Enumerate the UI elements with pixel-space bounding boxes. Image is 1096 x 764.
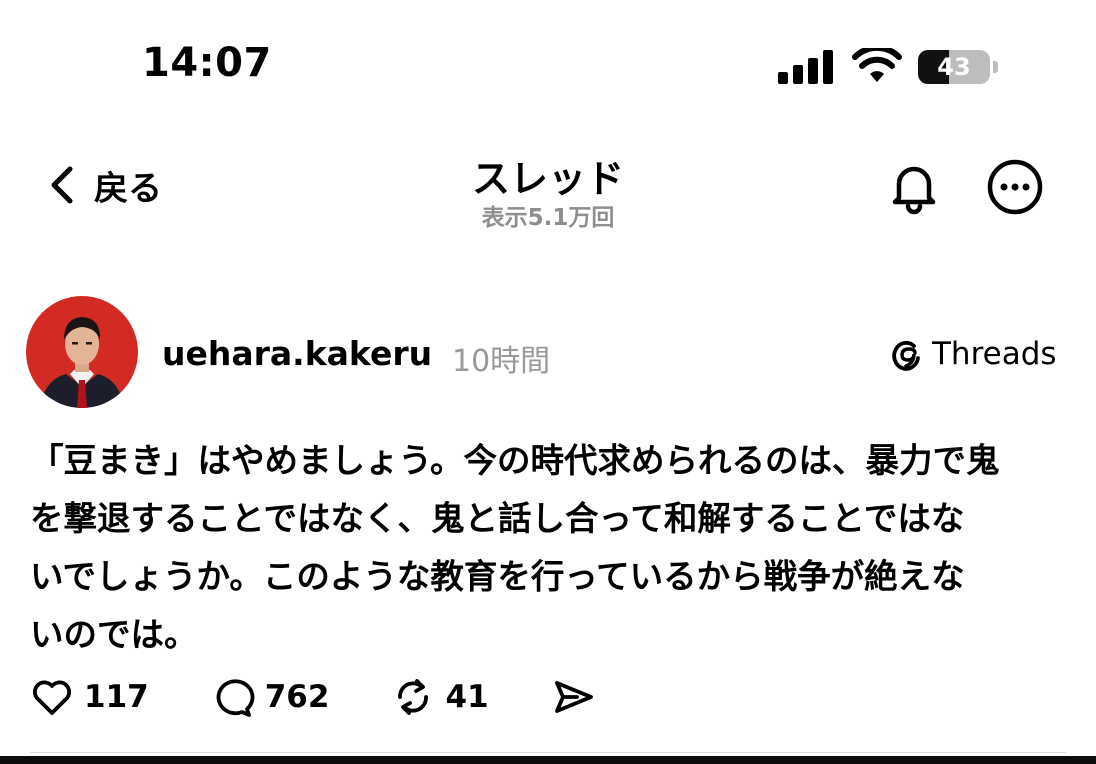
- repost-count: 41: [445, 679, 489, 715]
- post-text: 「豆まき」はやめましょう。今の時代求められるのは、暴力で鬼 を撃退することではな…: [30, 441, 1000, 654]
- threads-label: Threads: [932, 336, 1057, 372]
- reply-count: 762: [264, 679, 330, 715]
- threads-source-badge: Threads: [888, 334, 1057, 374]
- like-button[interactable]: 117: [30, 675, 149, 719]
- heart-icon: [33, 680, 71, 715]
- repost-button[interactable]: 41: [391, 675, 489, 719]
- battery-icon: 43: [918, 50, 1000, 86]
- battery-body: 43: [918, 50, 990, 84]
- like-count: 117: [84, 679, 149, 715]
- avatar-portrait: [40, 317, 124, 408]
- wifi-icon: [852, 48, 902, 82]
- post-divider: [30, 752, 1066, 753]
- bottom-edge: [0, 756, 1096, 764]
- more-icon[interactable]: [986, 158, 1044, 216]
- avatar[interactable]: [26, 296, 138, 408]
- battery-percent: 43: [937, 53, 971, 81]
- send-icon: [554, 681, 593, 713]
- comment-icon: [216, 679, 255, 717]
- signal-icon: [778, 50, 833, 84]
- bell-icon[interactable]: [885, 158, 943, 216]
- post-username[interactable]: uehara.kakeru: [162, 334, 432, 373]
- share-button[interactable]: [551, 675, 595, 719]
- threads-logo-icon: [892, 340, 920, 371]
- reply-button[interactable]: 762: [211, 675, 330, 719]
- battery-nub: [993, 61, 998, 73]
- post-time: 10時間: [452, 344, 551, 379]
- status-time: 14:07: [142, 40, 272, 86]
- repost-icon: [398, 679, 429, 715]
- post-actions: 117 762 41: [30, 672, 595, 722]
